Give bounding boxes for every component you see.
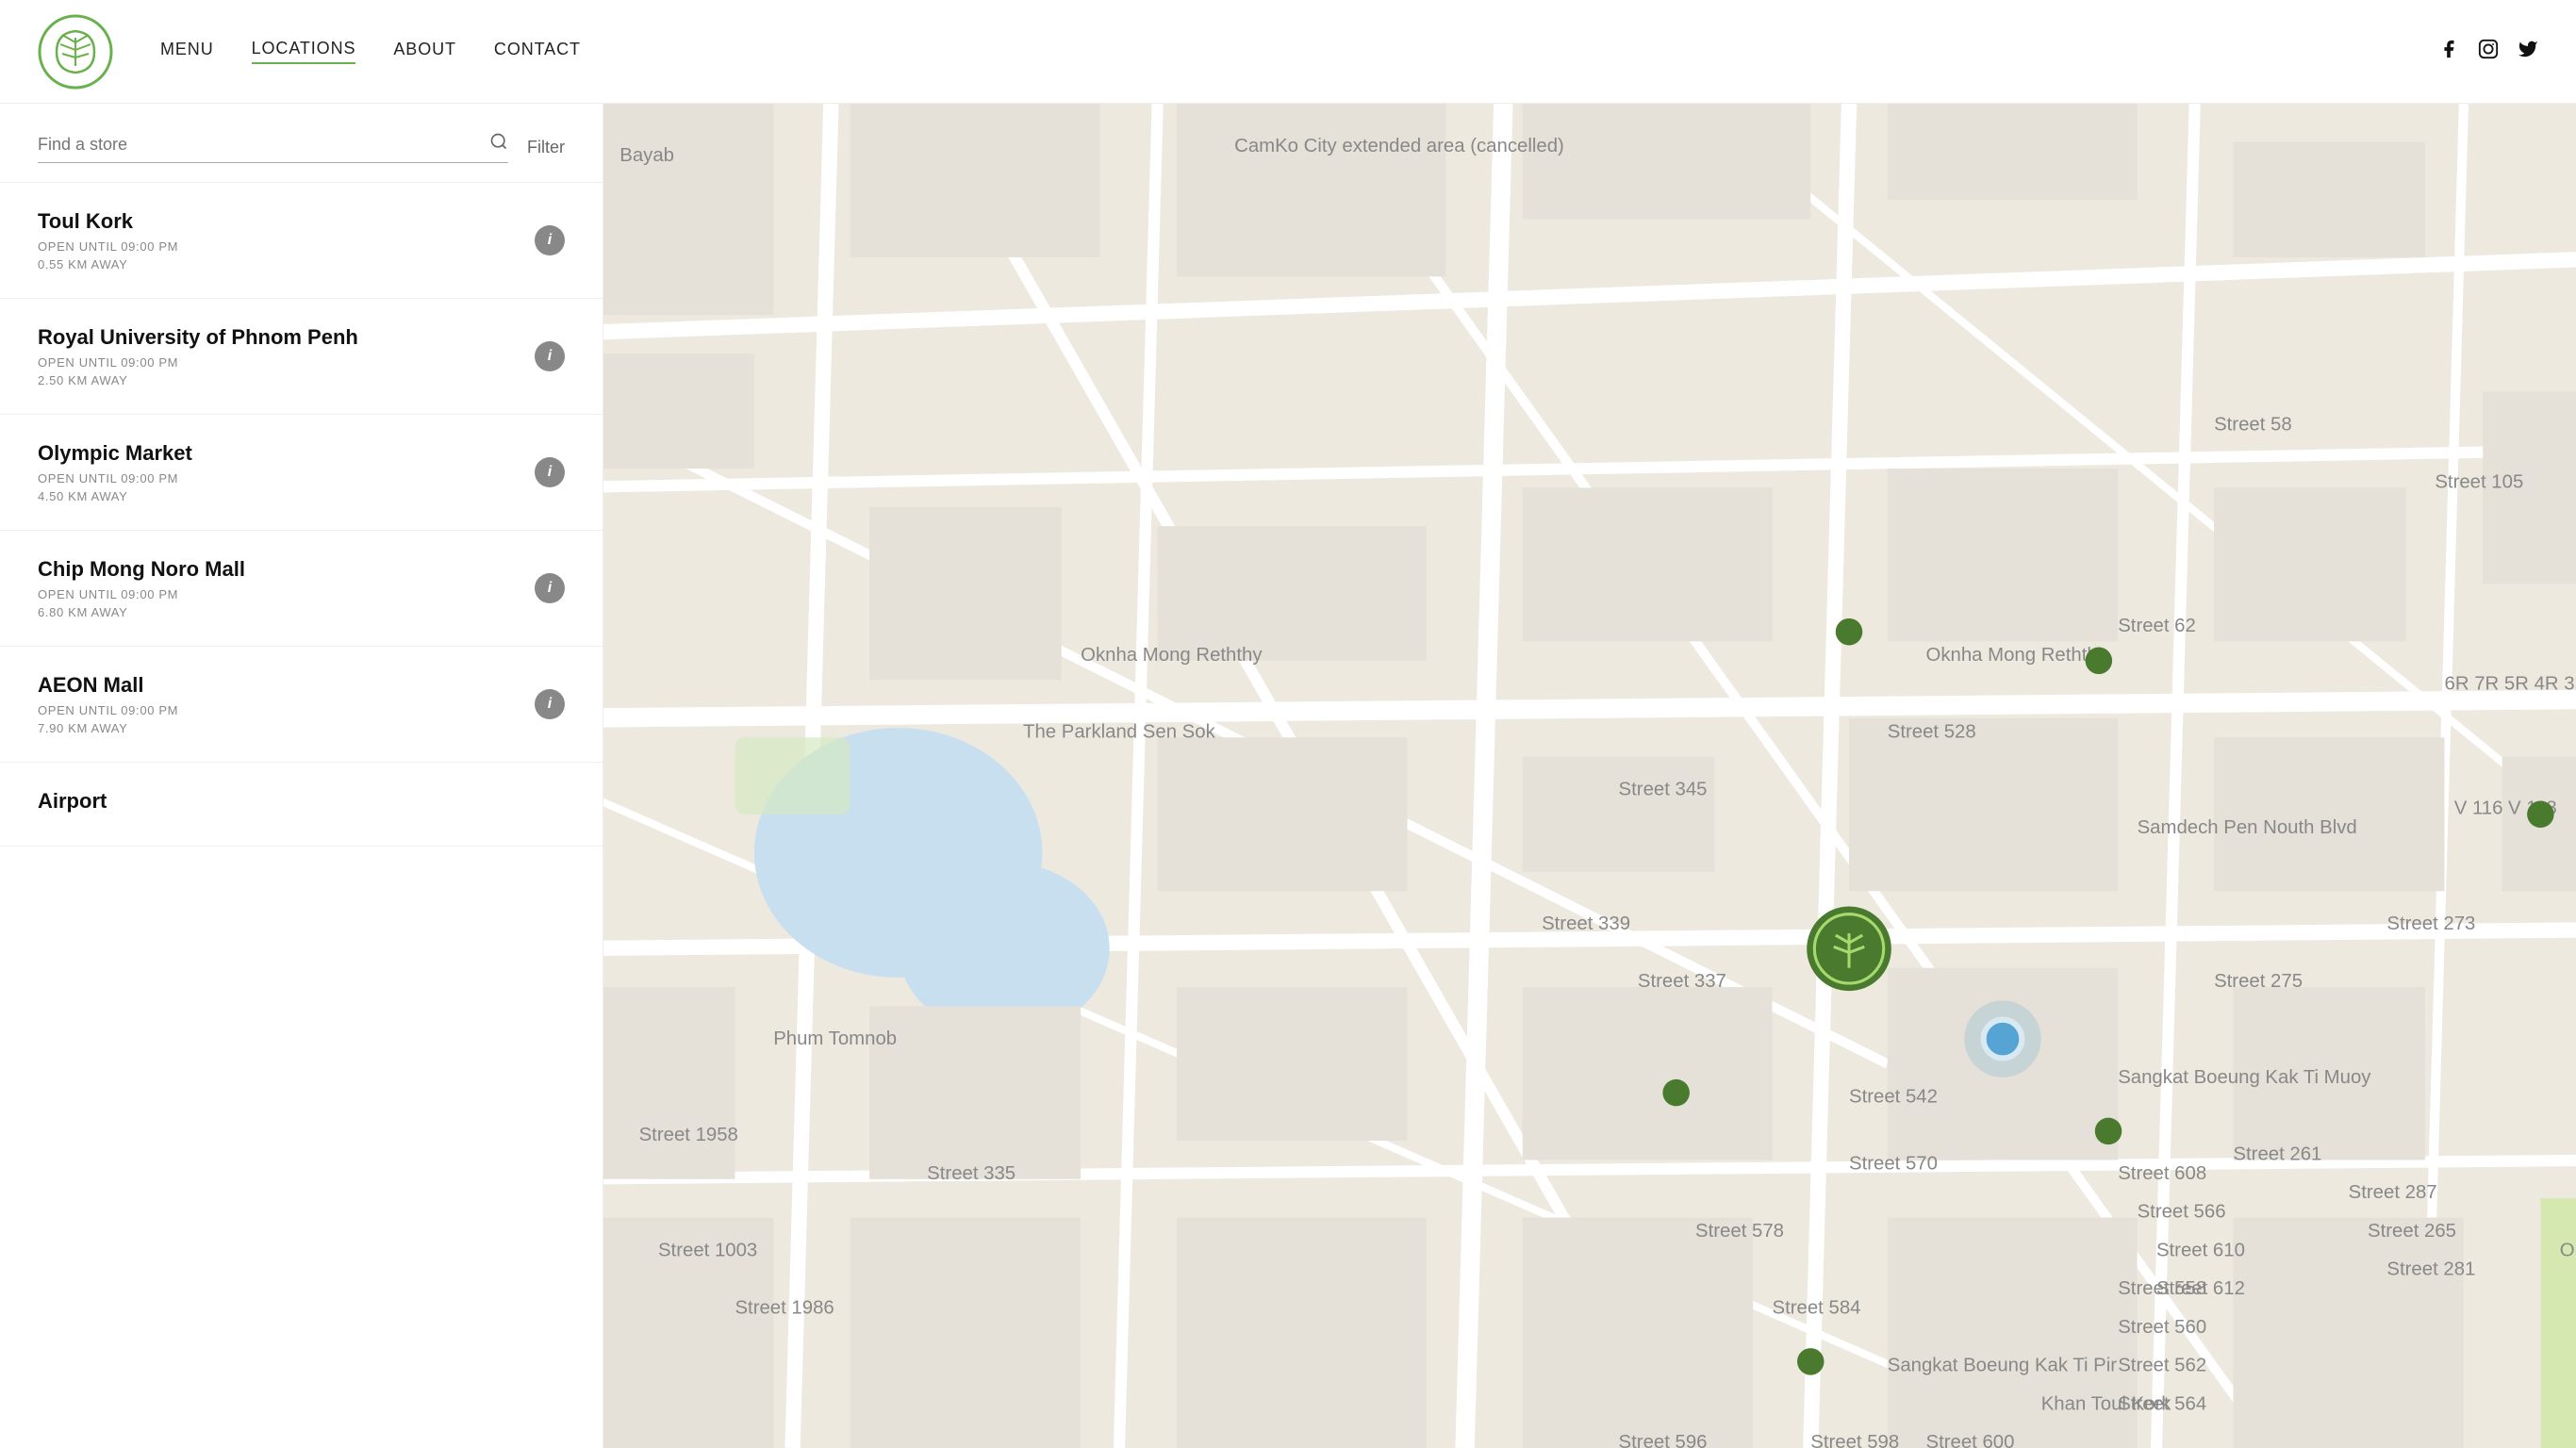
store-info-icon-4[interactable]: i (535, 689, 565, 719)
store-item-5[interactable]: Airport (0, 763, 603, 847)
filter-button[interactable]: Filter (527, 138, 565, 157)
header: MENU LOCATIONS ABOUT CONTACT (0, 0, 2576, 104)
svg-text:Street 261: Street 261 (2233, 1144, 2321, 1164)
store-hours-2: OPEN UNTIL 09:00 PM (38, 471, 192, 485)
store-item-4[interactable]: AEON Mall OPEN UNTIL 09:00 PM 7.90 KM AW… (0, 647, 603, 763)
store-item-2[interactable]: Olympic Market OPEN UNTIL 09:00 PM 4.50 … (0, 415, 603, 531)
nav-item-menu[interactable]: MENU (160, 40, 214, 63)
svg-text:Street 528: Street 528 (1888, 721, 1976, 742)
svg-text:Street 337: Street 337 (1638, 971, 1726, 992)
store-info-icon-3[interactable]: i (535, 573, 565, 603)
store-item-3[interactable]: Chip Mong Noro Mall OPEN UNTIL 09:00 PM … (0, 531, 603, 647)
nav-item-locations[interactable]: LOCATIONS (252, 39, 356, 64)
logo[interactable] (38, 14, 113, 90)
svg-text:Street 273: Street 273 (2386, 913, 2475, 934)
store-hours-1: OPEN UNTIL 09:00 PM (38, 355, 358, 370)
svg-text:Street 58: Street 58 (2214, 414, 2292, 435)
svg-text:Street 1958: Street 1958 (639, 1125, 738, 1145)
nav-item-contact[interactable]: CONTACT (494, 40, 581, 63)
svg-text:Street 608: Street 608 (2118, 1163, 2206, 1184)
svg-text:Street 265: Street 265 (2368, 1221, 2456, 1242)
store-name-4: AEON Mall (38, 673, 178, 698)
store-distance-0: 0.55 KM AWAY (38, 257, 178, 272)
store-distance-3: 6.80 KM AWAY (38, 605, 245, 619)
map-svg: Bayab CamKo City extended area (cancelle… (603, 104, 2576, 1448)
svg-text:Street 275: Street 275 (2214, 971, 2303, 992)
svg-text:The Parkland Sen Sok: The Parkland Sen Sok (1023, 721, 1216, 742)
svg-text:Phum Tomnob: Phum Tomnob (773, 1028, 897, 1049)
search-input-wrapper (38, 132, 508, 163)
svg-text:Street 578: Street 578 (1695, 1221, 1784, 1242)
svg-text:Khan Toul Kork: Khan Toul Kork (2041, 1393, 2172, 1414)
store-hours-3: OPEN UNTIL 09:00 PM (38, 587, 245, 601)
svg-text:Street 598: Street 598 (1810, 1432, 1899, 1448)
svg-text:Samdech Pen Nouth Blvd: Samdech Pen Nouth Blvd (2138, 817, 2357, 838)
store-info-1: Royal University of Phnom Penh OPEN UNTI… (38, 325, 358, 387)
svg-text:Sangkat Boeung Kak Ti Muoy: Sangkat Boeung Kak Ti Muoy (2118, 1067, 2371, 1088)
store-name-2: Olympic Market (38, 441, 192, 466)
store-item-0[interactable]: Toul Kork OPEN UNTIL 09:00 PM 0.55 KM AW… (0, 183, 603, 299)
store-item-1[interactable]: Royal University of Phnom Penh OPEN UNTI… (0, 299, 603, 415)
store-info-4: AEON Mall OPEN UNTIL 09:00 PM 7.90 KM AW… (38, 673, 178, 735)
svg-text:6R 7R 5R 4R 3R: 6R 7R 5R 4R 3R (2445, 673, 2576, 694)
svg-text:Street 287: Street 287 (2349, 1182, 2437, 1203)
store-list: Toul Kork OPEN UNTIL 09:00 PM 0.55 KM AW… (0, 183, 603, 847)
svg-text:Street 612: Street 612 (2156, 1278, 2245, 1299)
svg-text:Street 62: Street 62 (2118, 616, 2196, 636)
svg-text:Street 562: Street 562 (2118, 1356, 2206, 1376)
store-distance-4: 7.90 KM AWAY (38, 721, 178, 735)
store-name-5: Airport (38, 789, 107, 814)
store-info-0: Toul Kork OPEN UNTIL 09:00 PM 0.55 KM AW… (38, 209, 178, 272)
nav-item-about[interactable]: ABOUT (393, 40, 456, 63)
svg-text:Street 281: Street 281 (2386, 1259, 2475, 1280)
svg-text:Oknha Mong Reththy: Oknha Mong Reththy (1081, 645, 1263, 666)
svg-text:Street 584: Street 584 (1773, 1297, 1861, 1318)
store-distance-1: 2.50 KM AWAY (38, 373, 358, 387)
svg-text:Street 560: Street 560 (2118, 1317, 2206, 1338)
svg-text:Street 335: Street 335 (927, 1163, 1016, 1184)
store-hours-0: OPEN UNTIL 09:00 PM (38, 239, 178, 254)
instagram-icon[interactable] (2478, 39, 2499, 65)
store-info-icon-2[interactable]: i (535, 457, 565, 487)
svg-text:Street 105: Street 105 (2435, 471, 2523, 492)
store-name-1: Royal University of Phnom Penh (38, 325, 358, 350)
svg-text:Street 566: Street 566 (2138, 1202, 2226, 1223)
search-input[interactable] (38, 135, 480, 155)
svg-text:Street 610: Street 610 (2156, 1240, 2245, 1260)
svg-text:Street 542: Street 542 (1849, 1086, 1938, 1107)
main-nav: MENU LOCATIONS ABOUT CONTACT (160, 39, 581, 64)
header-left: MENU LOCATIONS ABOUT CONTACT (38, 14, 581, 90)
store-name-3: Chip Mong Noro Mall (38, 557, 245, 582)
svg-text:Street 570: Street 570 (1849, 1154, 1938, 1175)
svg-text:CamKo City extended area (canc: CamKo City extended area (cancelled) (1234, 136, 1564, 156)
store-info-icon-1[interactable]: i (535, 341, 565, 371)
svg-text:One Park: One Park (2560, 1240, 2576, 1260)
store-distance-2: 4.50 KM AWAY (38, 489, 192, 503)
main-layout: Filter Toul Kork OPEN UNTIL 09:00 PM 0.5… (0, 104, 2576, 1448)
svg-text:Street 596: Street 596 (1619, 1432, 1708, 1448)
store-info-icon-0[interactable]: i (535, 225, 565, 255)
svg-text:Street 1986: Street 1986 (735, 1297, 834, 1318)
twitter-icon[interactable] (2518, 39, 2538, 65)
svg-text:Street 1003: Street 1003 (658, 1240, 757, 1260)
svg-text:Street 339: Street 339 (1542, 913, 1630, 934)
search-row: Filter (38, 132, 565, 163)
store-info-3: Chip Mong Noro Mall OPEN UNTIL 09:00 PM … (38, 557, 245, 619)
store-hours-4: OPEN UNTIL 09:00 PM (38, 703, 178, 717)
social-icons (2438, 39, 2538, 65)
svg-text:Street 345: Street 345 (1619, 779, 1708, 799)
facebook-icon[interactable] (2438, 39, 2459, 65)
store-name-0: Toul Kork (38, 209, 178, 234)
left-panel: Filter Toul Kork OPEN UNTIL 09:00 PM 0.5… (0, 104, 603, 1448)
store-info-5: Airport (38, 789, 107, 819)
map-panel[interactable]: Bayab CamKo City extended area (cancelle… (603, 104, 2576, 1448)
store-info-2: Olympic Market OPEN UNTIL 09:00 PM 4.50 … (38, 441, 192, 503)
svg-text:Oknha Mong Reththy: Oknha Mong Reththy (1926, 645, 2108, 666)
search-button[interactable] (489, 132, 508, 156)
svg-text:Street 600: Street 600 (1926, 1432, 2015, 1448)
svg-text:Bayab: Bayab (619, 145, 674, 166)
svg-text:Sangkat Boeung Kak Ti Pir: Sangkat Boeung Kak Ti Pir (1888, 1356, 2118, 1376)
search-section: Filter (0, 104, 603, 183)
